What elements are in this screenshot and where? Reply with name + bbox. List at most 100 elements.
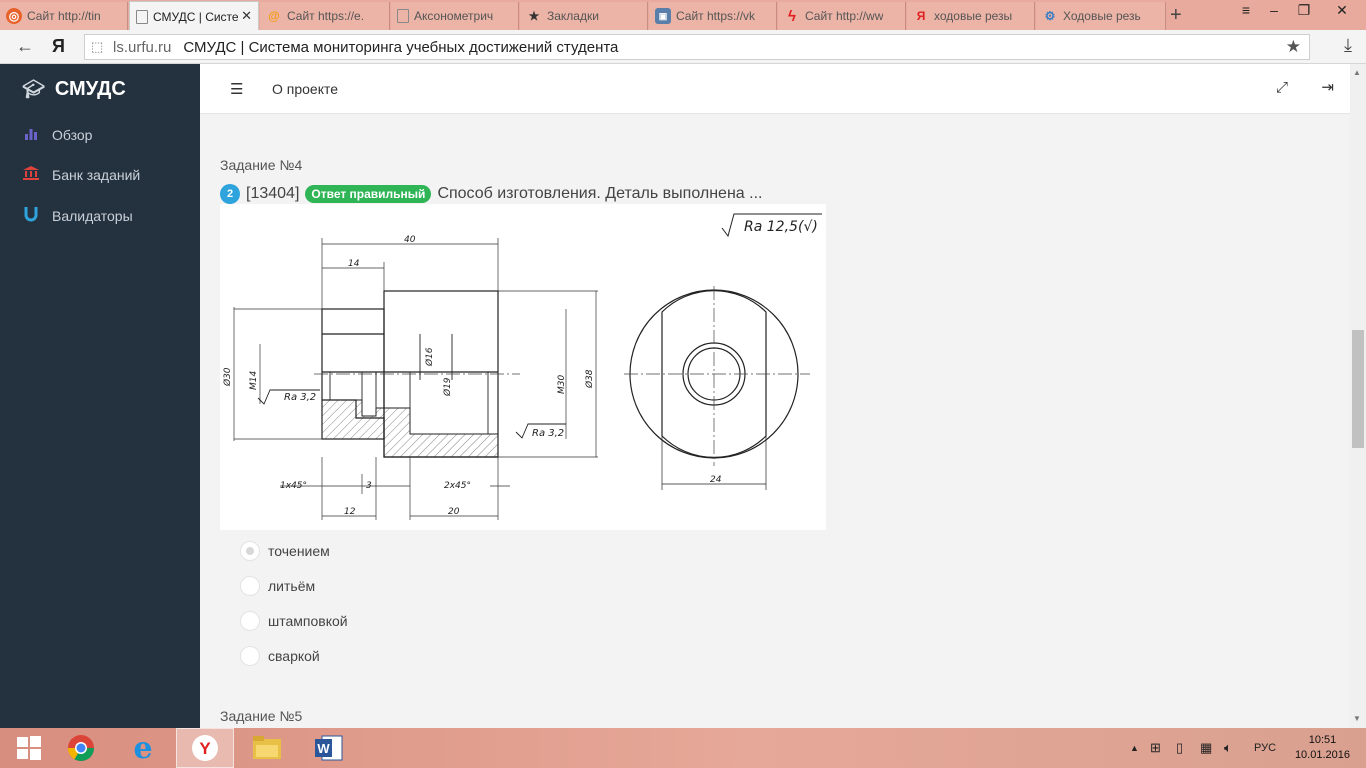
radio-button[interactable] (240, 541, 260, 561)
technical-drawing: Ra 12,5 (√) Ra 3,2 Ra 3,2 40 14 Ø30 M14 … (220, 204, 826, 530)
taskbar-ie[interactable]: e (114, 728, 172, 768)
folder-icon (253, 736, 281, 759)
ra-main-label: Ra 12,5 (744, 219, 798, 235)
sidebar-item-overview[interactable]: Обзор (22, 126, 92, 143)
url-domain: ls.urfu.ru (113, 38, 172, 56)
dim-m30: M30 (557, 375, 567, 394)
tab-label: Сайт http://ww (805, 9, 884, 23)
brand[interactable]: 🎓︎ СМУДС (22, 78, 126, 101)
tab-4[interactable]: Аксонометрич (391, 2, 519, 30)
sidebar-item-task-bank[interactable]: Банк заданий (22, 166, 140, 183)
tab-3[interactable]: @ Сайт https://e. (260, 2, 390, 30)
language-indicator[interactable]: РУС (1254, 742, 1276, 754)
option-turning[interactable]: точением (240, 541, 330, 561)
tab-label: Сайт http://tin (27, 9, 101, 23)
dim-3: 3 (366, 481, 372, 491)
clock-date: 10.01.2016 (1294, 749, 1350, 761)
tin-icon: ◎ (6, 8, 22, 24)
scrollbar-thumb[interactable] (1352, 330, 1364, 448)
taskbar-chrome[interactable] (52, 728, 110, 768)
option-label: сваркой (268, 648, 320, 664)
page-scrollbar[interactable]: ▲ ▼ (1350, 64, 1366, 728)
start-button[interactable] (0, 728, 58, 768)
sidebar-item-label: Банк заданий (52, 166, 141, 183)
restore-icon[interactable]: ❐ (1292, 2, 1316, 19)
dim-d38: Ø38 (584, 369, 595, 389)
dim-chamfer-2: 2x45° (444, 481, 471, 491)
bolt-icon: ϟ (788, 7, 796, 25)
tab-6[interactable]: ▣ Сайт https://vk (649, 2, 777, 30)
about-link[interactable]: О проекте (272, 81, 338, 97)
clock-time: 10:51 (1308, 734, 1337, 746)
tab-2-active[interactable]: СМУДС | Систе ✕ (129, 1, 259, 31)
bar-chart-icon (22, 126, 40, 143)
site-info-icon[interactable]: ⬚ (91, 39, 113, 55)
tab-label: СМУДС | Систе (153, 9, 239, 24)
sidebar-item-label: Обзор (52, 126, 93, 143)
taskbar-word[interactable]: W (300, 728, 358, 768)
page-icon (136, 9, 148, 24)
roughness-main-mark: Ra 12,5 (√) (721, 213, 822, 238)
top-bar: ☰ О проекте ⤢ ⇥ (200, 64, 1350, 114)
bookmark-star-icon[interactable]: ★ (1286, 37, 1301, 57)
network-icon[interactable]: ▦ (1200, 740, 1212, 756)
dim-chamfer-1: 1x45° (280, 481, 307, 491)
action-center-icon[interactable]: ⊞ (1150, 740, 1161, 756)
back-arrow-icon[interactable]: ← (16, 36, 34, 57)
taskbar-explorer[interactable] (238, 728, 296, 768)
yandex-browser-icon: Y (192, 735, 218, 761)
ie-icon: e (133, 730, 153, 766)
tab-5[interactable]: ★ Закладки (520, 2, 648, 30)
radio-button[interactable] (240, 646, 260, 666)
option-welding[interactable]: сваркой (240, 646, 320, 666)
menu-toggle-icon[interactable]: ☰ (230, 80, 243, 98)
dim-20: 20 (448, 507, 460, 517)
word-icon: W (315, 735, 343, 761)
tray-expand-icon[interactable]: ▲ (1130, 743, 1139, 753)
url-field[interactable]: ⬚ ls.urfu.ru СМУДС | Система мониторинга… (84, 34, 1310, 60)
task-5-heading: Задание №5 (220, 708, 303, 724)
dim-40: 40 (404, 235, 416, 245)
new-tab-icon[interactable]: + (1170, 4, 1182, 27)
gear-icon: ⚙ (1044, 9, 1056, 23)
yandex-button[interactable]: Я (52, 36, 65, 57)
radio-button[interactable] (240, 611, 260, 631)
taskbar-yandex-browser[interactable]: Y (176, 728, 234, 768)
tab-label: Закладки (547, 9, 599, 23)
dim-d16: Ø16 (424, 347, 435, 367)
system-clock[interactable]: 10:51 10.01.2016 (1295, 733, 1350, 763)
question-id: [13404] (246, 185, 300, 202)
fullscreen-icon[interactable]: ⤢ (1276, 79, 1288, 96)
main-content: ☰ О проекте ⤢ ⇥ Задание №4 2 [13404] Отв… (200, 64, 1350, 728)
url-page-title: СМУДС | Система мониторинга учебных дост… (183, 38, 619, 56)
ra-check-mark: (√) (798, 219, 818, 235)
vk-icon: ▣ (655, 8, 671, 24)
mail-icon: @ (268, 9, 280, 23)
download-icon[interactable]: ⤓ (1344, 35, 1352, 56)
star-icon: ★ (528, 9, 540, 23)
tab-7[interactable]: ϟ Сайт http://ww (778, 2, 906, 30)
scroll-down-icon[interactable]: ▼ (1353, 714, 1361, 723)
minimize-icon[interactable]: – (1262, 2, 1286, 18)
close-icon[interactable]: ✕ (241, 8, 252, 24)
volume-icon[interactable]: 🔈︎ (1224, 740, 1232, 756)
tab-1[interactable]: ◎ Сайт http://tin (0, 2, 128, 30)
sidebar-item-validators[interactable]: Валидаторы (22, 206, 133, 225)
radio-button[interactable] (240, 576, 260, 596)
window-close-icon[interactable]: ✕ (1330, 2, 1354, 19)
logout-icon[interactable]: ⇥ (1321, 78, 1334, 96)
option-stamping[interactable]: штамповкой (240, 611, 348, 631)
question-line: 2 [13404] Ответ правильный Способ изгото… (220, 184, 762, 204)
option-label: штамповкой (268, 613, 348, 629)
tab-9[interactable]: ⚙ Ходовые резь (1036, 2, 1166, 30)
tab-8[interactable]: Я ходовые резы (907, 2, 1035, 30)
bank-icon (22, 166, 40, 183)
option-casting[interactable]: литьём (240, 576, 315, 596)
tab-label: Аксонометрич (414, 9, 494, 23)
chrome-icon (67, 735, 95, 762)
ra-local-label-1: Ra 3,2 (284, 392, 316, 403)
scroll-up-icon[interactable]: ▲ (1353, 68, 1361, 77)
battery-icon[interactable]: ▯ (1176, 740, 1183, 756)
window-menu-icon[interactable]: ≡ (1234, 2, 1258, 18)
task-4-heading: Задание №4 (220, 157, 303, 173)
